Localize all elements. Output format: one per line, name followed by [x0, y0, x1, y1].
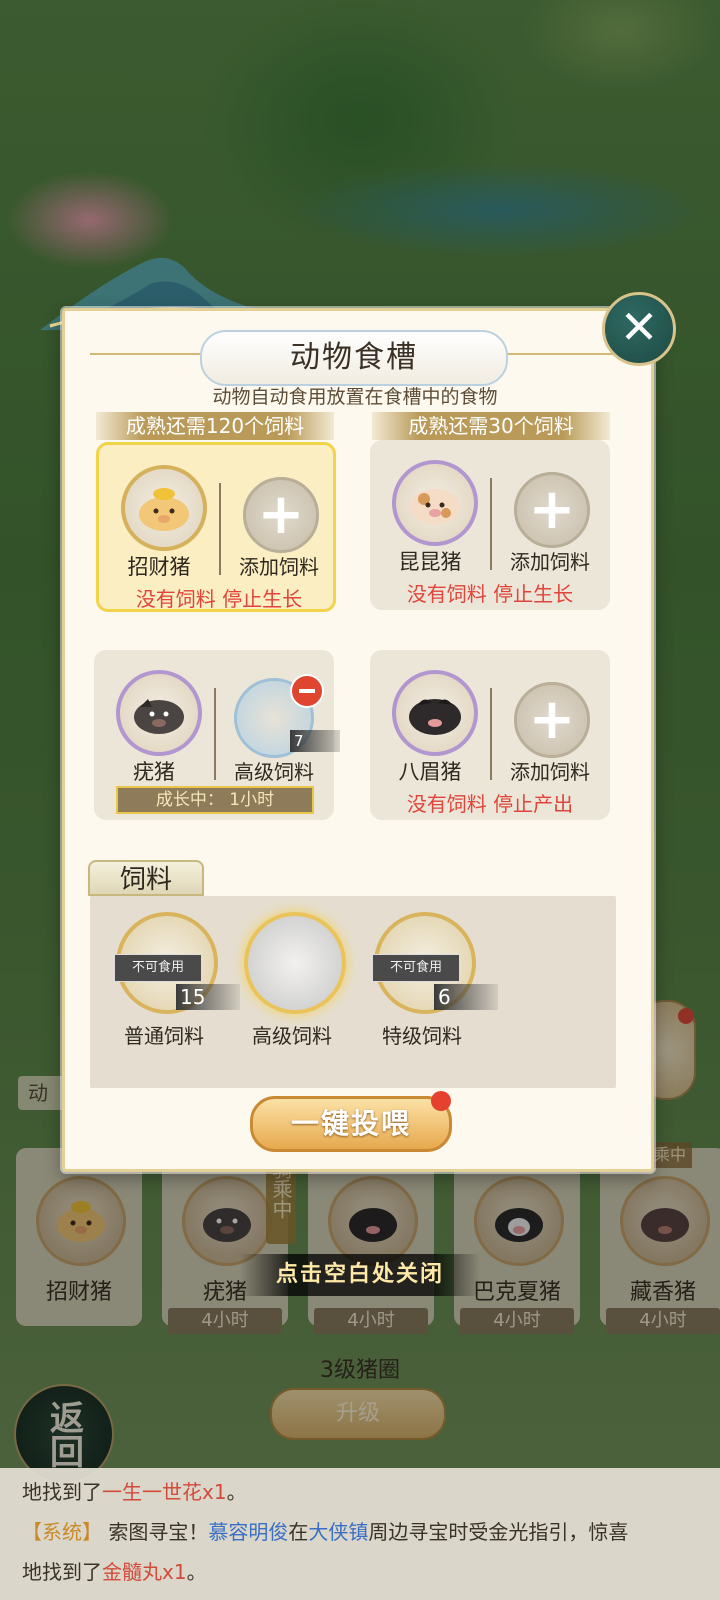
chat-line: 【系统】 索图寻宝！慕容明俊在大侠镇周边寻宝时受金光指引，惊喜 [22, 1520, 629, 1544]
place-name: 大侠镇 [308, 1520, 369, 1544]
feed-item-premium[interactable]: 不可食用 6 特级饲料 [364, 912, 498, 1052]
boar-icon [116, 670, 202, 756]
slot-status: 没有饲料 停止生长 [406, 582, 574, 606]
close-hint: 点击空白处关闭 [240, 1254, 480, 1296]
feed-count: 7 [290, 730, 340, 752]
chat-line: 地找到了一生一世花x1。 [22, 1480, 247, 1504]
notification-dot [431, 1091, 451, 1111]
feed-count: 15 [176, 984, 240, 1010]
feed-count: 6 [434, 984, 498, 1010]
inedible-tag: 不可食用 [372, 954, 460, 982]
system-tag: 【系统】 [22, 1520, 102, 1544]
pig-icon [121, 465, 207, 551]
trough-slot[interactable]: + 昆昆猪 添加饲料 没有饲料 停止生长 [370, 440, 610, 610]
title-ornament-right [504, 353, 614, 355]
maturity-requirement: 成熟还需120个饲料 [96, 412, 334, 440]
inedible-tag: 不可食用 [114, 954, 202, 982]
feed-item-normal[interactable]: 不可食用 15 普通饲料 [106, 912, 240, 1052]
feed-item-advanced[interactable]: 高级饲料 [234, 912, 346, 1052]
feed-slot-label: 添加饲料 [510, 760, 590, 784]
feed-name: 普通饲料 [124, 1024, 204, 1048]
chat-item: 金髓丸x1 [102, 1560, 187, 1584]
plus-icon[interactable]: + [243, 477, 319, 553]
title-ornament-left [90, 353, 200, 355]
slot-status: 没有饲料 停止产出 [406, 792, 574, 816]
trough-slot[interactable]: + 招财猪 添加饲料 没有饲料 停止生长 [96, 442, 336, 612]
plus-icon[interactable]: + [514, 682, 590, 758]
player-name: 慕容明俊 [208, 1520, 289, 1544]
feed-tab[interactable]: 饲料 [88, 860, 204, 896]
maturity-requirement: 成熟还需30个饲料 [372, 412, 610, 440]
spotted-pig-icon [392, 460, 478, 546]
animal-name: 八眉猪 [398, 760, 462, 784]
modal-title: 动物食槽 [200, 330, 508, 386]
black-pig-icon [392, 670, 478, 756]
feed-slot-label: 添加饲料 [239, 555, 319, 579]
feed-name: 高级饲料 [252, 1024, 332, 1048]
feed-slot-label: 添加饲料 [510, 550, 590, 574]
trough-slot[interactable]: + 八眉猪 添加饲料 没有饲料 停止产出 [370, 650, 610, 820]
animal-name: 招财猪 [127, 555, 191, 579]
silver-feed-bag-icon [244, 912, 346, 1014]
animal-name: 疣猪 [133, 760, 175, 784]
chat-item: 一生一世花x1 [102, 1480, 227, 1504]
feed-slot-label: 高级饲料 [234, 760, 314, 784]
chat-log: 地找到了一生一世花x1。 【系统】 索图寻宝！慕容明俊在大侠镇周边寻宝时受金光指… [0, 1468, 720, 1600]
feed-all-label: 一键投喂 [290, 1107, 411, 1140]
feed-all-button[interactable]: 一键投喂 [250, 1091, 452, 1152]
animal-name: 昆昆猪 [398, 550, 462, 574]
trough-slot[interactable]: 7 疣猪 高级饲料 成长中： 1小时 [94, 650, 340, 820]
growth-status: 成长中： 1小时 [116, 786, 314, 814]
feed-name: 特级饲料 [382, 1024, 462, 1048]
slot-status: 没有饲料 停止生长 [135, 587, 303, 611]
remove-feed-icon[interactable] [290, 674, 324, 708]
feed-inventory-panel: 不可食用 15 普通饲料 高级饲料 不可食用 6 特级饲料 [90, 896, 616, 1088]
chat-line: 地找到了金髓丸x1。 [22, 1560, 207, 1584]
modal-subtitle: 动物自动食用放置在食槽中的食物 [212, 386, 498, 408]
plus-icon[interactable]: + [514, 472, 590, 548]
